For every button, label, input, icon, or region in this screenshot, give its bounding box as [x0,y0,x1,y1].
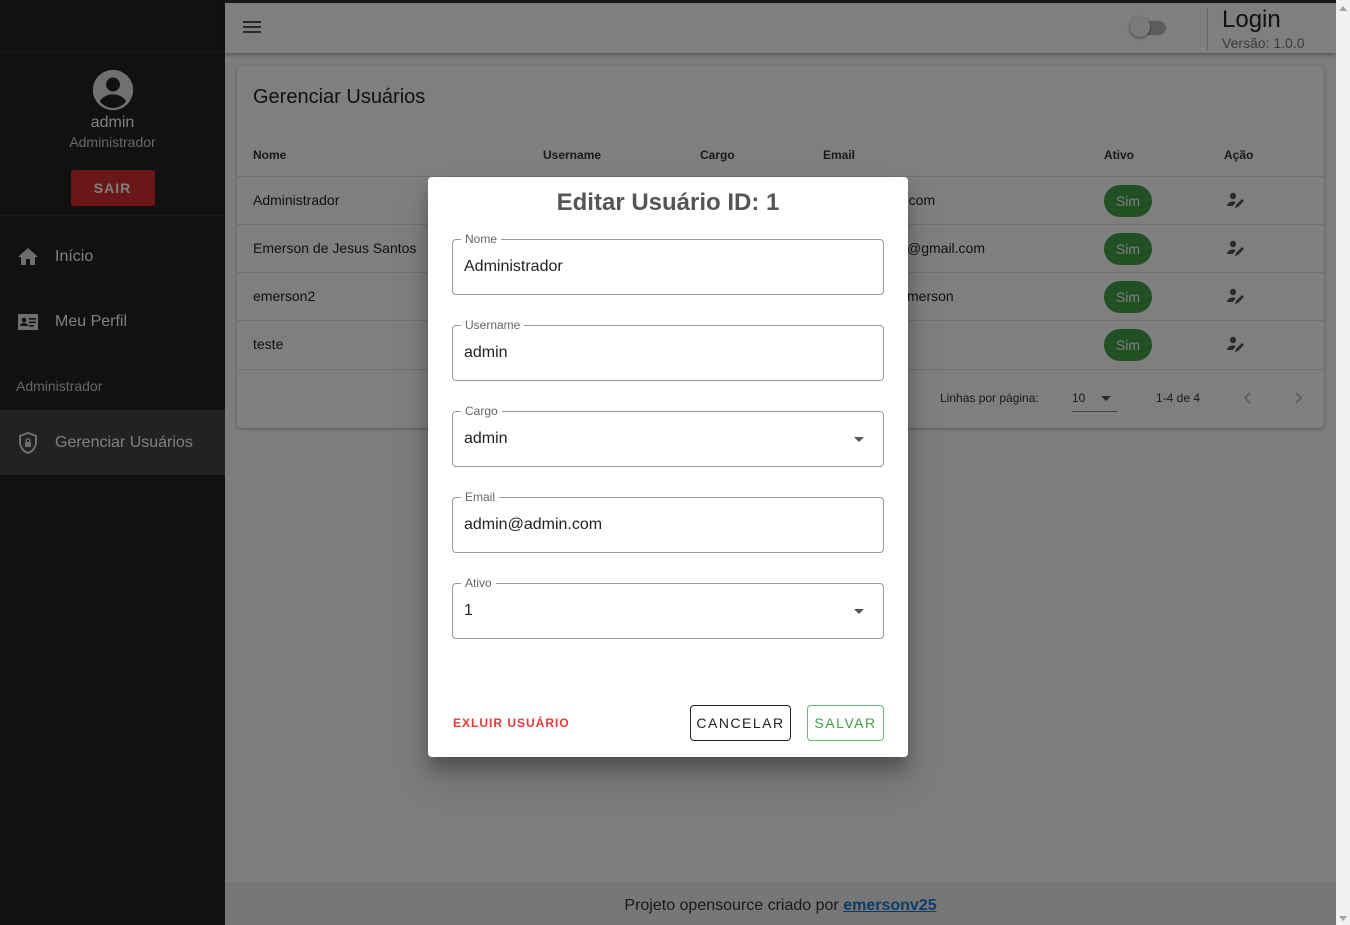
field-value: 1 [464,602,473,619]
field-label: Username [461,318,525,332]
field-value: admin [464,344,508,361]
field-value: Administrador [464,258,563,275]
delete-user-button[interactable]: EXLUIR USUÁRIO [453,716,570,730]
field-label: Ativo [461,576,496,590]
dialog-title: Editar Usuário ID: 1 [556,189,780,216]
scroll-down-arrow-icon[interactable] [1339,916,1347,921]
cancel-button[interactable]: CANCELAR [690,705,791,741]
email-field[interactable]: Email admin@admin.com [452,490,884,553]
chevron-down-icon [854,437,864,442]
nome-field[interactable]: Nome Administrador [452,232,884,295]
field-value: admin [464,430,508,447]
ativo-select[interactable]: Ativo 1 [452,576,884,639]
username-field[interactable]: Username admin [452,318,884,381]
cargo-select[interactable]: Cargo admin [452,404,884,467]
edit-user-dialog: Editar Usuário ID: 1 Nome Administrador … [428,177,908,757]
field-value: admin@admin.com [464,516,603,533]
field-label: Nome [461,232,502,246]
chevron-down-icon [854,609,864,614]
page-scrollbar[interactable] [1336,0,1350,925]
field-label: Email [461,490,500,504]
scroll-up-arrow-icon[interactable] [1339,6,1347,11]
save-button[interactable]: SALVAR [807,705,884,741]
field-label: Cargo [461,404,502,418]
